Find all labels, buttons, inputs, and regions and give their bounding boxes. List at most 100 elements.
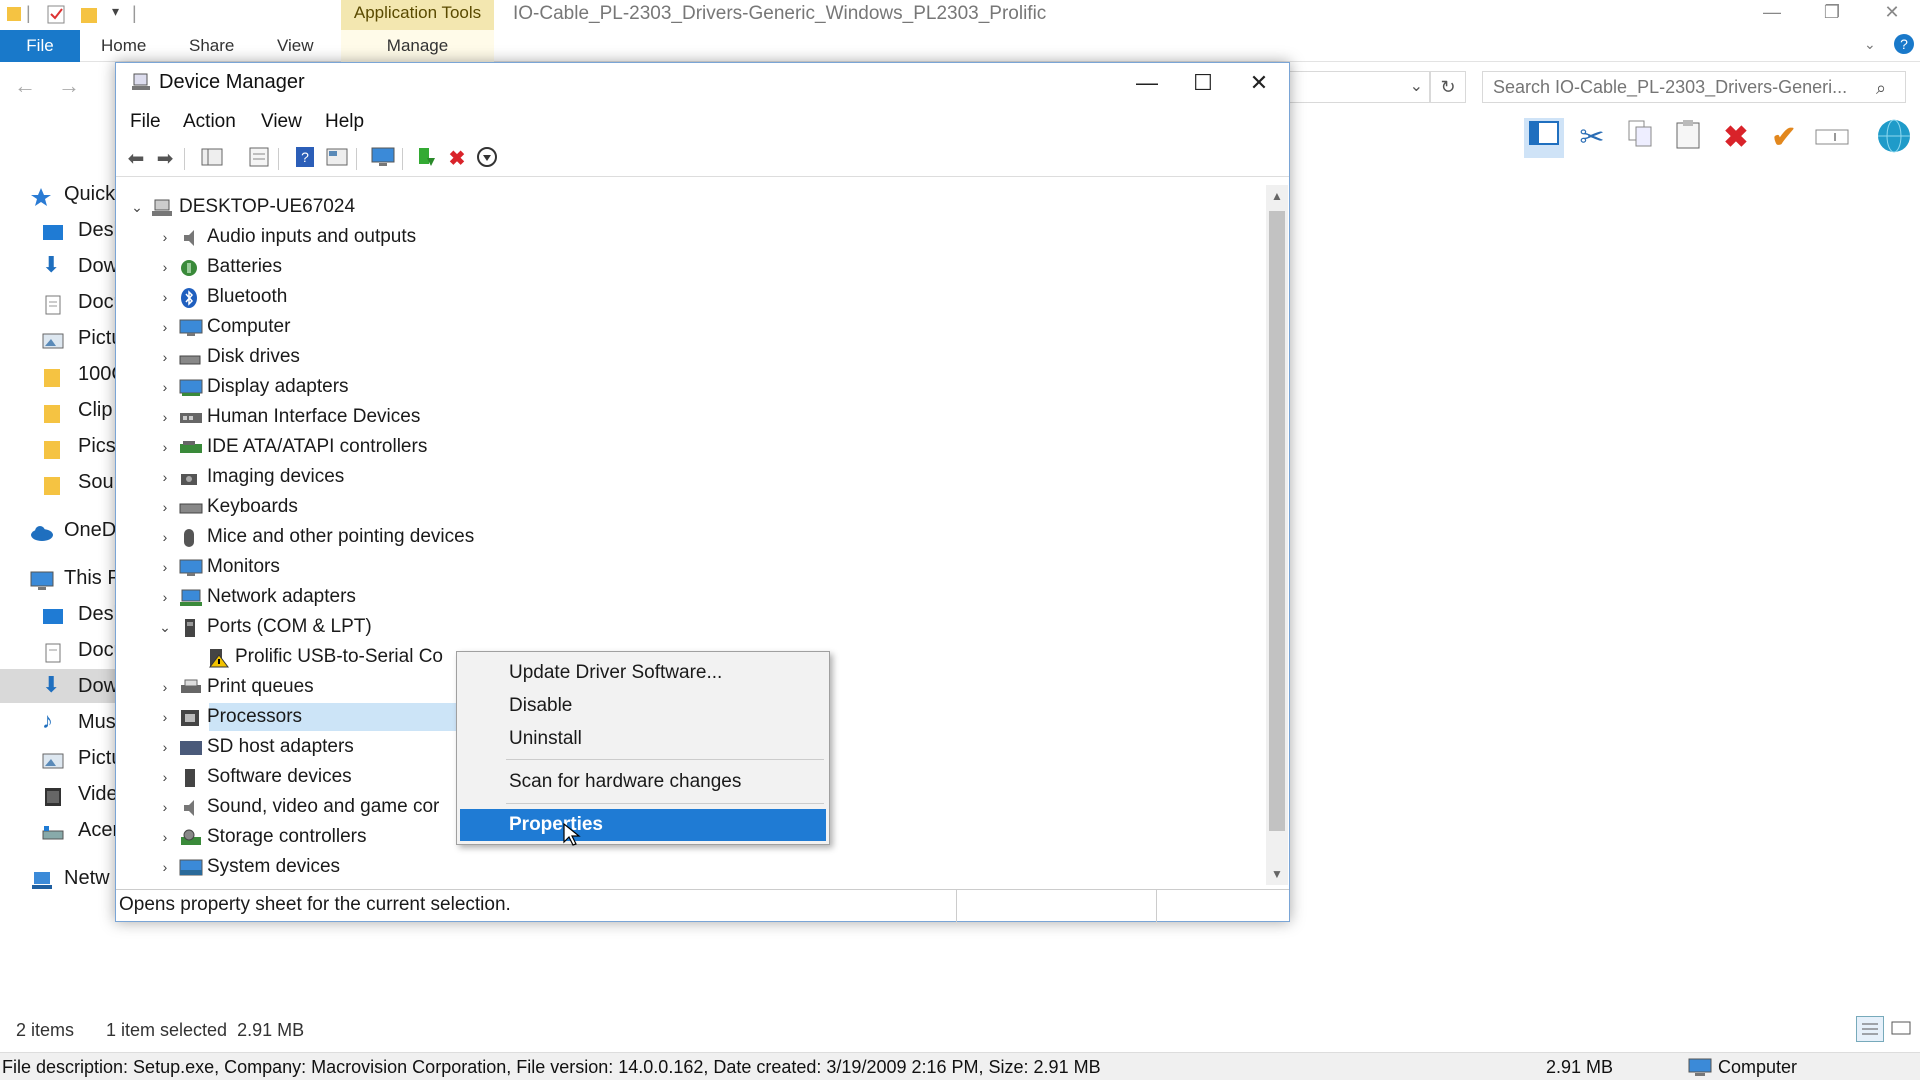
properties-check-icon[interactable] [46,3,66,25]
delete-icon[interactable]: ✖ [1716,118,1756,158]
chevron-right-icon[interactable]: › [157,523,173,551]
nav-item-videos[interactable]: Vide [0,777,118,811]
chevron-right-icon[interactable]: › [157,253,173,281]
scroll-down-arrow-icon[interactable]: ▼ [1266,863,1288,885]
rename-check-icon[interactable]: ✔ [1764,118,1804,158]
chevron-right-icon[interactable]: › [157,853,173,881]
back-arrow-icon[interactable]: ← [14,73,36,99]
nav-item-this-pc[interactable]: This P [0,561,118,595]
folder-icon [42,400,64,423]
disable-device-icon[interactable] [474,146,500,172]
menu-help[interactable]: Help [325,111,364,133]
chevron-right-icon[interactable]: › [157,433,173,461]
nav-item-downloads-pc[interactable]: ⬇ Dow [0,669,118,703]
nav-item-music[interactable]: ♪ Mus [0,705,118,739]
nav-item-label: Netw [64,867,110,889]
ctx-properties[interactable]: Properties [460,809,826,841]
refresh-button[interactable]: ↻ [1430,71,1466,103]
chevron-down-icon[interactable]: ⌄ [1410,76,1423,96]
nav-item-folder-1000[interactable]: 100C [0,357,118,391]
dm-close-button[interactable]: ✕ [1231,63,1287,103]
explorer-minimize-button[interactable]: — [1752,0,1792,26]
uninstall-x-icon[interactable]: ✖ [444,146,470,172]
chevron-right-icon[interactable]: › [157,763,173,791]
help-icon[interactable]: ? [292,146,318,172]
dm-minimize-button[interactable]: — [1119,63,1175,103]
tab-manage[interactable]: Manage [341,30,494,62]
ribbon-expand-icon[interactable]: ⌄ [1864,36,1876,53]
chevron-right-icon[interactable]: › [157,673,173,701]
nav-item-documents[interactable]: Docu [0,285,118,319]
nav-item-documents-pc[interactable]: Docu [0,633,118,667]
tab-home[interactable]: Home [101,36,146,56]
chevron-right-icon[interactable]: › [157,223,173,251]
paste-icon[interactable] [1668,118,1708,158]
chevron-right-icon[interactable]: › [157,343,173,371]
view-hidden-icon[interactable] [324,146,350,172]
forward-arrow-icon[interactable]: ➡ [152,146,178,172]
chevron-down-icon[interactable]: ⌄ [157,613,173,641]
nav-item-folder-pics[interactable]: Pics [0,429,118,463]
chevron-right-icon[interactable]: › [157,493,173,521]
tab-share[interactable]: Share [189,36,234,56]
computer-icon [1688,1058,1712,1086]
chevron-down-icon[interactable]: ⌄ [129,193,145,221]
new-folder-icon[interactable] [80,3,100,25]
tab-file[interactable]: File [0,30,80,62]
chevron-right-icon[interactable]: › [157,823,173,851]
scroll-up-arrow-icon[interactable]: ▲ [1266,185,1288,207]
nav-item-desktop[interactable]: Desk [0,213,118,247]
nav-item-pictures[interactable]: Pictu [0,321,118,355]
nav-item-network[interactable]: Netw [0,861,118,895]
address-bar[interactable]: ⌄ [1290,71,1430,103]
customize-qat-icon[interactable]: ▾ [112,3,132,25]
navigation-pane-icon[interactable] [1524,118,1564,158]
copy-icon[interactable] [1620,118,1660,158]
nav-item-downloads[interactable]: ⬇ Dow [0,249,118,283]
search-input[interactable] [1482,71,1906,103]
nav-item-desktop-pc[interactable]: Desk [0,597,118,631]
cut-icon[interactable]: ✂ [1572,118,1612,158]
menu-file[interactable]: File [130,111,161,133]
nav-item-acer-drive[interactable]: Acer [0,813,118,847]
chevron-right-icon[interactable]: › [157,733,173,761]
nav-item-label: Desk [78,219,118,241]
details-view-icon[interactable] [1856,1016,1884,1042]
chevron-right-icon[interactable]: › [157,583,173,611]
chevron-right-icon[interactable]: › [157,463,173,491]
nav-item-folder-clip[interactable]: Clip [0,393,118,427]
tab-view[interactable]: View [277,36,314,56]
ctx-scan-hardware[interactable]: Scan for hardware changes [460,766,826,798]
menu-view[interactable]: View [261,111,302,133]
globe-icon[interactable] [1874,118,1914,158]
explorer-restore-button[interactable]: ❐ [1812,0,1852,26]
chevron-right-icon[interactable]: › [157,283,173,311]
chevron-right-icon[interactable]: › [157,373,173,401]
menu-action[interactable]: Action [183,111,236,133]
update-driver-icon[interactable] [412,146,438,172]
large-icons-view-icon[interactable] [1888,1016,1914,1042]
ctx-uninstall[interactable]: Uninstall [460,723,826,755]
forward-arrow-icon[interactable]: → [58,73,80,99]
explorer-close-button[interactable]: ✕ [1872,0,1912,26]
nav-item-quick-access[interactable]: Quick [0,177,118,211]
chevron-right-icon[interactable]: › [157,313,173,341]
properties-icon[interactable] [246,146,272,172]
scroll-thumb[interactable] [1269,211,1285,831]
nav-item-onedrive[interactable]: OneD [0,513,118,547]
chevron-right-icon[interactable]: › [157,403,173,431]
tree-scrollbar[interactable]: ▲ ▼ [1266,185,1288,885]
nav-item-folder-source[interactable]: Sour [0,465,118,499]
back-arrow-icon[interactable]: ⬅ [123,146,149,172]
ctx-update-driver[interactable]: Update Driver Software... [460,657,826,689]
chevron-right-icon[interactable]: › [157,553,173,581]
dm-maximize-button[interactable]: ☐ [1175,63,1231,103]
show-hide-tree-icon[interactable] [199,146,225,172]
ctx-disable[interactable]: Disable [460,690,826,722]
nav-item-pictures-pc[interactable]: Pictu [0,741,118,775]
help-icon[interactable]: ? [1894,34,1914,54]
scan-hardware-icon[interactable] [370,146,396,172]
chevron-right-icon[interactable]: › [157,793,173,821]
chevron-right-icon[interactable]: › [157,703,173,731]
rename-field-icon[interactable] [1812,118,1852,158]
